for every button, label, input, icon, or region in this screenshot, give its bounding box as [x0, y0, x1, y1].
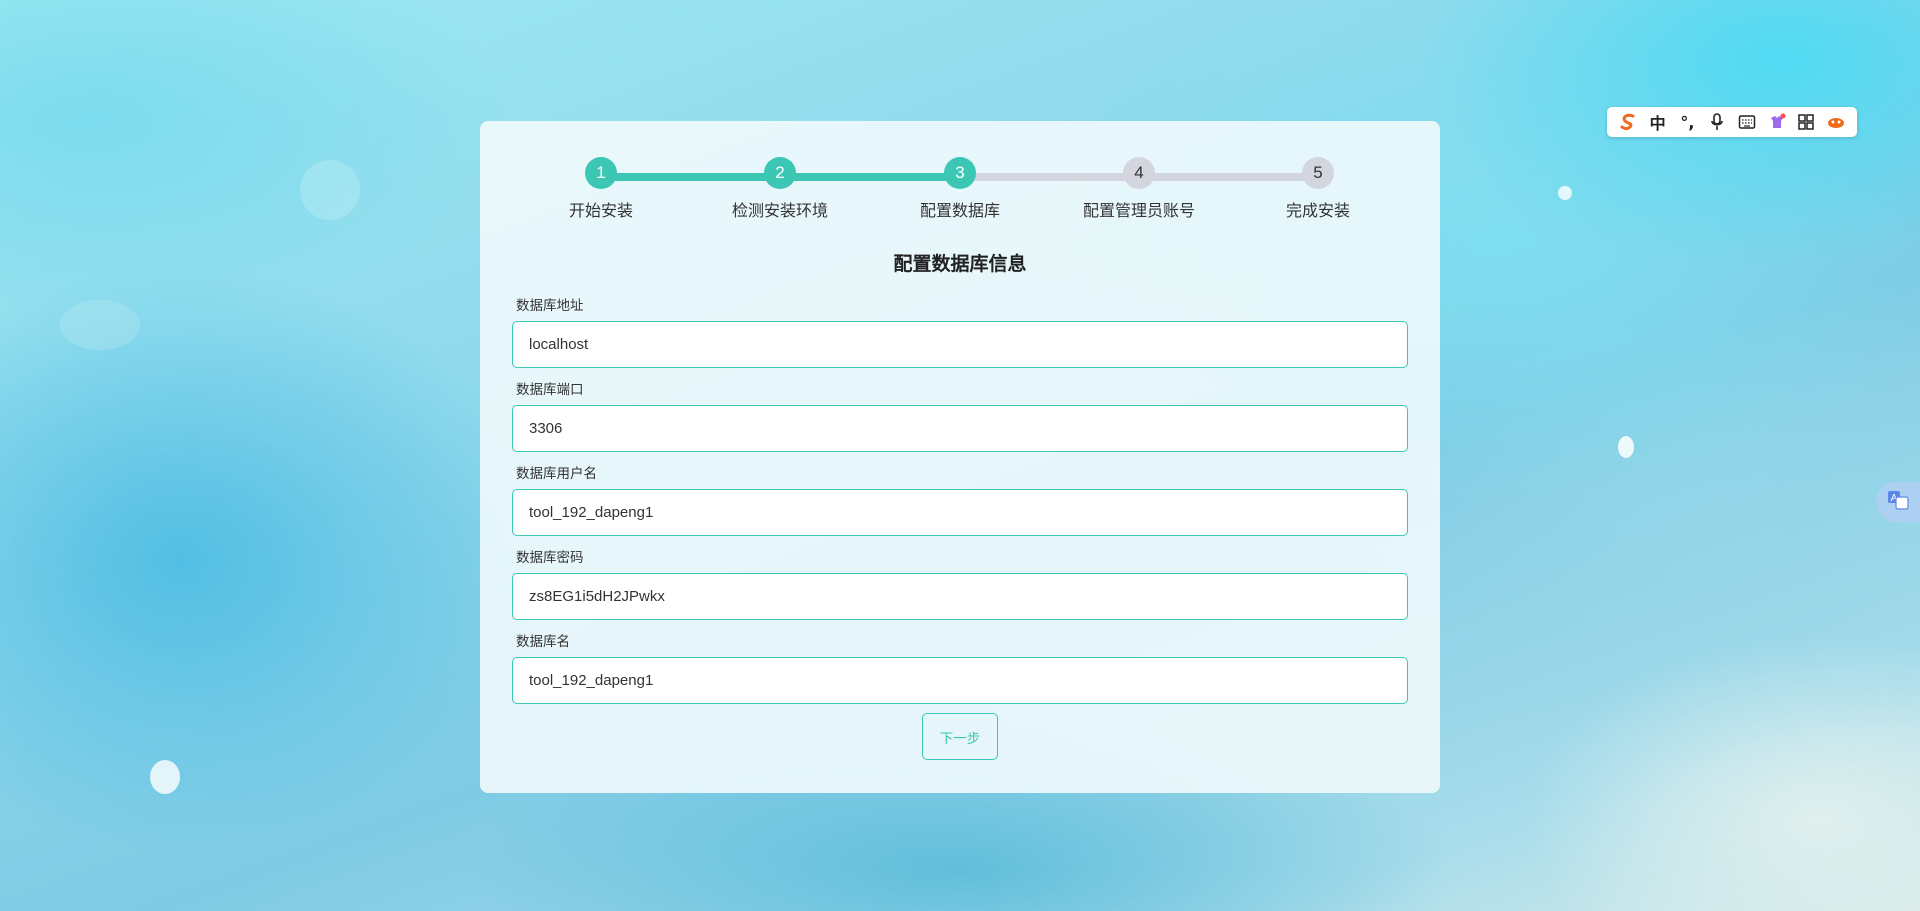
db-password-input[interactable] [512, 573, 1408, 620]
db-host-input[interactable] [512, 321, 1408, 368]
step-label: 配置管理员账号 [1082, 201, 1195, 220]
db-username-label: 数据库用户名 [516, 466, 597, 482]
db-username-input[interactable] [512, 489, 1408, 536]
translate-sidebar-tab[interactable]: A [1876, 482, 1920, 522]
db-host-label: 数据库地址 [516, 298, 584, 314]
translate-icon: A [1887, 490, 1909, 514]
db-name-label: 数据库名 [516, 634, 570, 650]
step-number-3: 3 [944, 157, 976, 189]
punctuation-toggle[interactable]: °, [1674, 109, 1700, 135]
progress-steps: 1 开始安装 2 检测安装环境 3 配置数据库 4 配置管理员账号 5 完成安装 [480, 157, 1440, 237]
install-wizard-card: 1 开始安装 2 检测安装环境 3 配置数据库 4 配置管理员账号 5 完成安装… [480, 121, 1440, 793]
background-splash [1618, 436, 1634, 458]
step-start-install: 1 开始安装 [521, 157, 681, 221]
step-label: 配置数据库 [919, 201, 1000, 220]
skin-icon[interactable] [1764, 109, 1790, 135]
microphone-icon[interactable] [1704, 109, 1730, 135]
step-number-4: 4 [1123, 157, 1155, 189]
form-title: 配置数据库信息 [893, 253, 1027, 275]
db-name-input[interactable] [512, 657, 1408, 704]
step-finish-install: 5 完成安装 [1238, 157, 1398, 221]
background-splash [1558, 186, 1572, 200]
step-label: 开始安装 [568, 201, 633, 220]
step-number-2: 2 [764, 157, 796, 189]
next-step-button[interactable]: 下一步 [922, 713, 998, 760]
db-port-label: 数据库端口 [516, 382, 584, 398]
step-label: 完成安装 [1285, 201, 1350, 220]
background-splash [300, 160, 360, 220]
grid-apps-icon[interactable] [1793, 109, 1819, 135]
step-label: 检测安装环境 [731, 201, 828, 220]
db-password-label: 数据库密码 [516, 550, 584, 566]
input-mode-toggle[interactable]: 中 [1645, 109, 1671, 135]
step-configure-admin: 4 配置管理员账号 [1059, 157, 1219, 221]
sogou-logo-icon[interactable] [1615, 109, 1641, 135]
background-splash [60, 300, 140, 350]
db-port-input[interactable] [512, 405, 1408, 452]
mascot-icon[interactable] [1823, 109, 1849, 135]
step-number-5: 5 [1302, 157, 1334, 189]
keyboard-icon[interactable] [1734, 109, 1760, 135]
background-splash [150, 760, 180, 794]
ime-toolbar: 中 °, [1607, 107, 1857, 137]
step-number-1: 1 [585, 157, 617, 189]
step-configure-database: 3 配置数据库 [880, 157, 1040, 221]
step-check-environment: 2 检测安装环境 [700, 157, 860, 221]
